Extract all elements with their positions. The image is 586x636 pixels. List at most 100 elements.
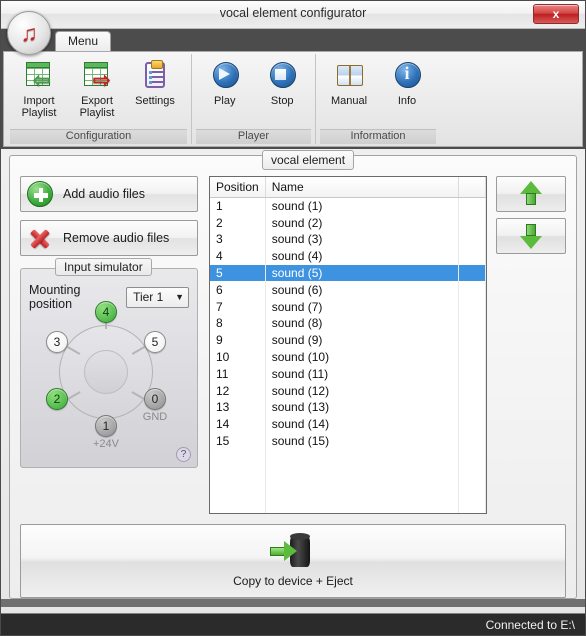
main-content: vocal element Add audio files Remove aud… (9, 150, 577, 599)
dial-node-3[interactable]: 3 (46, 331, 68, 353)
table-row[interactable]: 4 sound (4) (210, 247, 486, 265)
stop-icon (266, 61, 298, 93)
title-bar: vocal element configurator x (1, 1, 585, 29)
ribbon-group-configuration: ⇦ Import Playlist ⇨ Export Playlist Sett… (6, 54, 192, 144)
cell-position: 10 (210, 348, 266, 366)
settings-button[interactable]: Settings (126, 56, 184, 129)
table-row[interactable]: 1 sound (1) (210, 197, 486, 215)
table-row[interactable]: 6 sound (6) (210, 281, 486, 299)
play-button[interactable]: Play (196, 56, 254, 129)
cell-spacer (458, 432, 486, 450)
cell-position: 15 (210, 432, 266, 450)
app-window: vocal element configurator x ♫ Menu ⇦ Im… (0, 0, 586, 636)
info-button[interactable]: i Info (378, 56, 436, 129)
tab-menu[interactable]: Menu (55, 31, 112, 53)
dial-node-4[interactable]: 4 (95, 301, 117, 323)
help-icon[interactable]: ? (176, 447, 191, 462)
input-simulator-legend: Input simulator (55, 258, 152, 276)
cell-name: sound (6) (265, 281, 459, 299)
ribbon-group-information-title: Information (320, 129, 436, 144)
settings-label: Settings (135, 95, 175, 107)
cell-name: sound (4) (265, 247, 459, 265)
cell-spacer (458, 365, 486, 383)
cell-spacer (458, 247, 486, 265)
table-row[interactable] (210, 499, 486, 513)
export-playlist-label-2: Playlist (79, 107, 115, 119)
column-header-name[interactable]: Name (265, 177, 459, 198)
cell-position: 4 (210, 247, 266, 265)
cell-spacer (458, 281, 486, 299)
export-playlist-icon: ⇨ (81, 61, 113, 93)
chevron-down-icon: ▼ (175, 292, 184, 302)
cell-position (210, 449, 266, 467)
column-header-position[interactable]: Position (210, 177, 266, 198)
cell-position (210, 483, 266, 500)
dial-node-2[interactable]: 2 (46, 388, 68, 410)
dial-node-0-caption: GND (142, 411, 168, 423)
cell-position: 2 (210, 214, 266, 232)
table-row[interactable] (210, 449, 486, 467)
cell-spacer (458, 264, 486, 282)
table-row[interactable]: 2 sound (2) (210, 214, 486, 232)
dial-node-0[interactable]: 0 (144, 388, 166, 410)
copy-to-device-button[interactable]: Copy to device + Eject (20, 524, 566, 598)
import-playlist-label-2: Playlist (21, 107, 57, 119)
table-row[interactable]: 3 sound (3) (210, 231, 486, 248)
dial-node-1[interactable]: 1 (95, 415, 117, 437)
cell-name (265, 449, 459, 467)
table-row[interactable]: 15 sound (15) (210, 432, 486, 450)
cell-spacer (458, 315, 486, 332)
dial-inner-ring (84, 350, 128, 394)
move-up-button[interactable] (496, 176, 566, 212)
table-row[interactable]: 9 sound (9) (210, 331, 486, 349)
cell-spacer (458, 483, 486, 500)
copy-to-usb-device-icon (270, 533, 316, 568)
table-row[interactable]: 14 sound (14) (210, 415, 486, 433)
ribbon-group-information: Manual i Info Information (316, 54, 440, 144)
table-row[interactable]: 12 sound (12) (210, 382, 486, 400)
move-down-button[interactable] (496, 218, 566, 254)
table-row[interactable] (210, 483, 486, 500)
status-bar: Connected to E:\ (1, 613, 585, 635)
red-x-icon (27, 225, 53, 251)
stop-button[interactable]: Stop (254, 56, 312, 129)
playlist-header-row: Position Name (210, 177, 486, 198)
playlist-tab-caption[interactable]: vocal element (262, 150, 355, 170)
play-icon (209, 61, 241, 93)
cell-name: sound (1) (265, 197, 459, 215)
table-row[interactable]: 10 sound (10) (210, 348, 486, 366)
ribbon: ♫ Menu ⇦ Import Playlist ⇨ Export Playli… (1, 11, 585, 149)
cell-name: sound (7) (265, 298, 459, 316)
cell-name: sound (11) (265, 365, 459, 383)
export-playlist-button[interactable]: ⇨ Export Playlist (68, 56, 126, 129)
mounting-position-select[interactable]: Tier 1 ▼ (126, 286, 189, 308)
status-gap (1, 599, 585, 607)
cell-spacer (458, 382, 486, 400)
manual-button[interactable]: Manual (320, 56, 378, 129)
import-playlist-icon: ⇦ (23, 61, 55, 93)
remove-audio-files-button[interactable]: Remove audio files (20, 220, 198, 256)
cell-name: sound (8) (265, 315, 459, 332)
input-simulator-dial: 4 3 5 2 0 1 GND +24V (39, 301, 179, 450)
table-row[interactable]: 11 sound (11) (210, 365, 486, 383)
cell-spacer (458, 466, 486, 484)
table-row[interactable]: 7 sound (7) (210, 298, 486, 316)
cell-spacer (458, 499, 486, 513)
table-row[interactable] (210, 466, 486, 484)
stop-label: Stop (270, 95, 294, 107)
import-playlist-button[interactable]: ⇦ Import Playlist (10, 56, 68, 129)
cell-spacer (458, 348, 486, 366)
app-menu-orb[interactable]: ♫ (7, 11, 51, 55)
close-button[interactable]: x (533, 4, 579, 24)
table-row[interactable]: 8 sound (8) (210, 315, 486, 332)
table-row[interactable]: 13 sound (13) (210, 399, 486, 416)
cell-position: 12 (210, 382, 266, 400)
cell-spacer (458, 449, 486, 467)
status-text: Connected to E:\ (485, 617, 575, 632)
add-audio-files-button[interactable]: Add audio files (20, 176, 198, 212)
playlist-table-container[interactable]: Position Name 1 sound (1) 2 sound (2) 3 sound… (209, 176, 487, 514)
cell-spacer (458, 399, 486, 416)
window-title: vocal element configurator (219, 6, 367, 20)
dial-node-5[interactable]: 5 (144, 331, 166, 353)
table-row[interactable]: 5 sound (5) (210, 264, 486, 282)
